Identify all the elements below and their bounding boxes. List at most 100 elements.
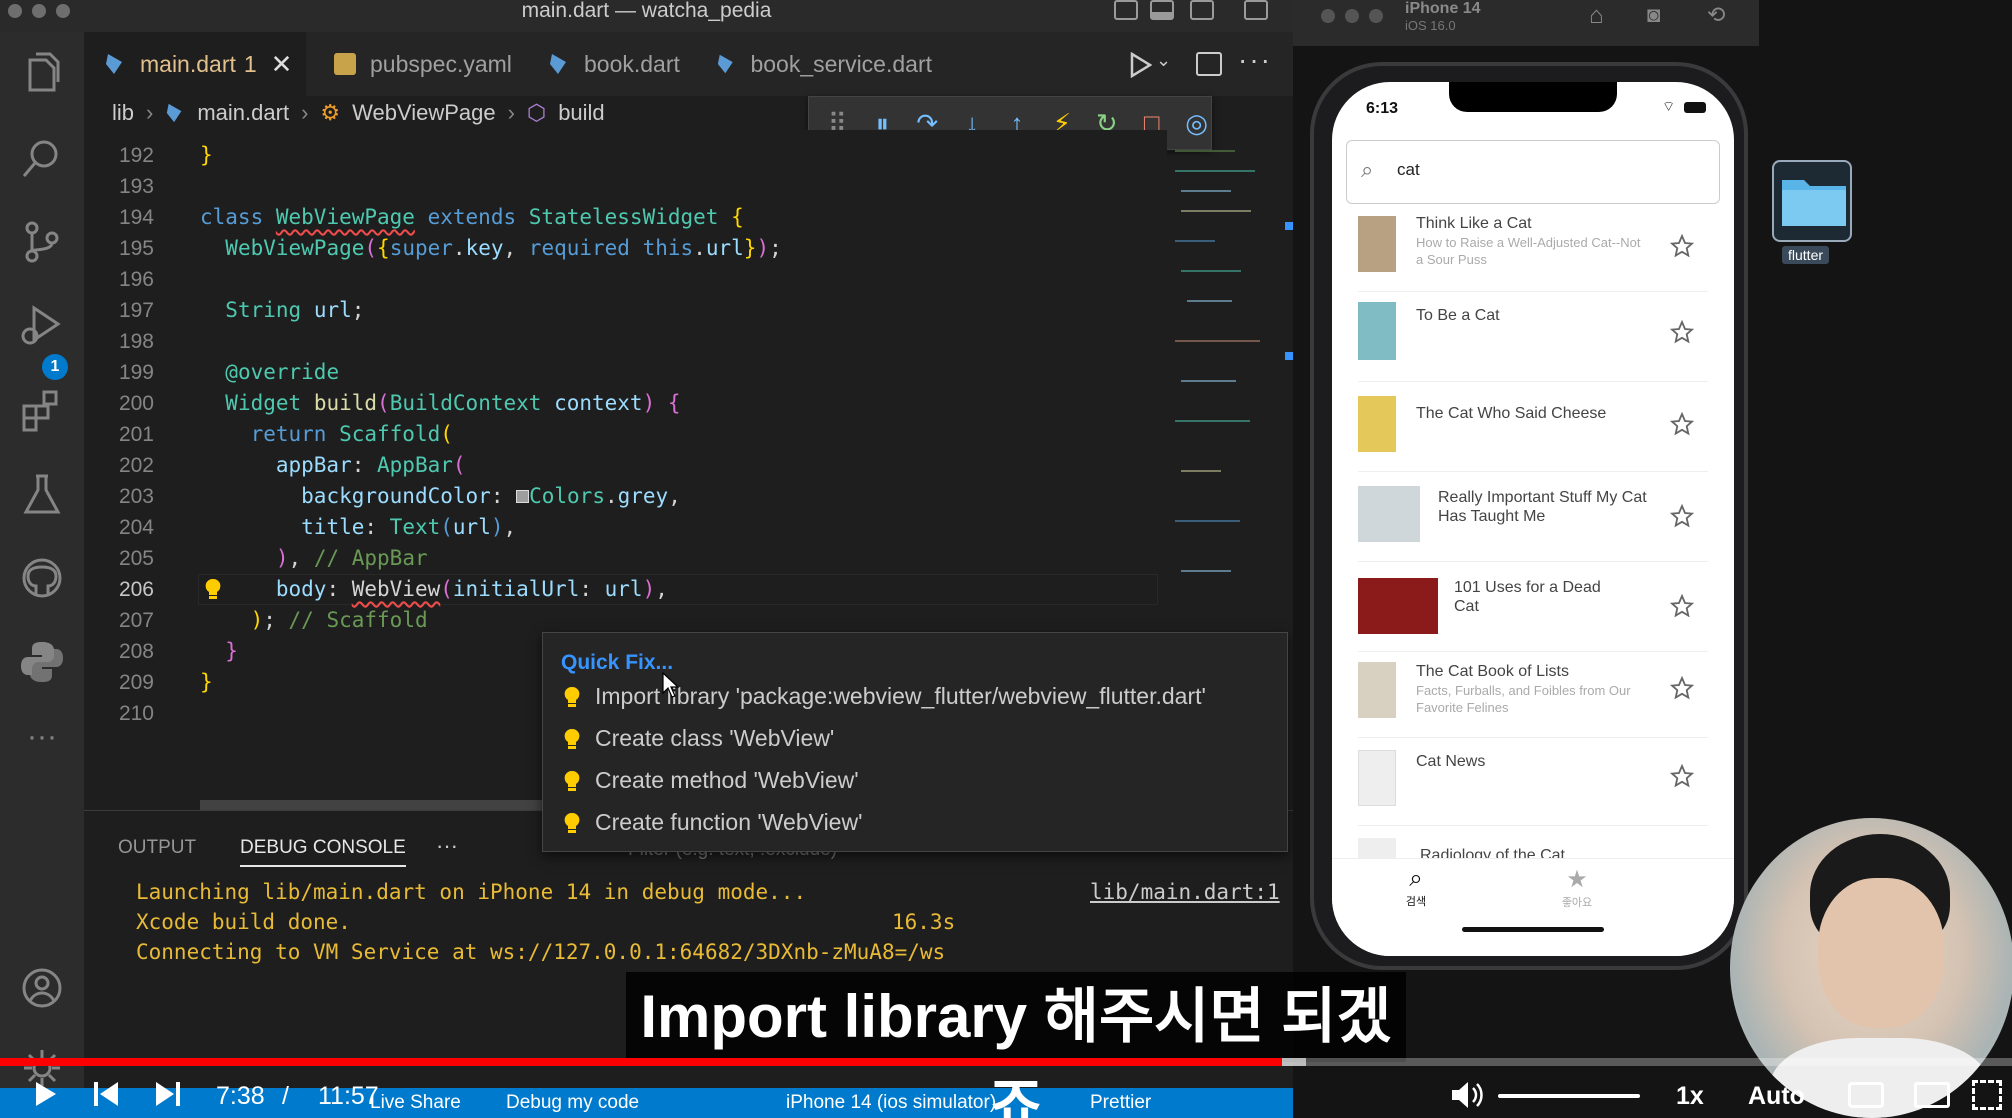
toggle-sidebar-icon[interactable] xyxy=(1114,0,1138,20)
current-time: 7:38 xyxy=(216,1082,265,1110)
favorite-star-icon[interactable] xyxy=(1670,412,1694,436)
split-editor-icon[interactable] xyxy=(1196,52,1222,76)
horizontal-scrollbar[interactable] xyxy=(200,800,580,810)
desktop-folder-flutter[interactable]: flutter xyxy=(1768,156,1856,266)
inspect-widget-icon[interactable]: ◎ xyxy=(1182,108,1211,138)
breadcrumb-chevron-icon: › xyxy=(301,100,309,125)
book-search-box[interactable]: ⌕ cat xyxy=(1346,140,1720,204)
scrollbar-marker xyxy=(1285,222,1293,230)
quick-fix-title: Quick Fix... xyxy=(561,651,674,674)
tab-label: pubspec.yaml xyxy=(370,50,512,77)
console-line: Connecting to VM Service at ws://127.0.0… xyxy=(136,940,946,964)
panel-tab-output[interactable]: OUTPUT xyxy=(118,837,196,859)
tab-close-icon[interactable]: ✕ xyxy=(271,49,293,80)
list-item[interactable]: 101 Uses for a Dead Cat xyxy=(1358,564,1708,652)
code-line: ); // Scaffold xyxy=(250,608,428,632)
source-control-icon[interactable] xyxy=(16,216,68,268)
breadcrumb-folder[interactable]: lib xyxy=(112,100,134,126)
playback-speed[interactable]: 1x xyxy=(1676,1082,1704,1111)
tab-label: book_service.dart xyxy=(750,50,932,77)
favorite-star-icon[interactable] xyxy=(1670,594,1694,618)
breadcrumb-chevron-icon: › xyxy=(507,100,515,125)
zoom-window-button[interactable] xyxy=(1369,9,1383,23)
close-window-button[interactable] xyxy=(1321,9,1335,23)
book-title: Think Like a Cat xyxy=(1416,215,1532,232)
bottom-navigation: ⌕ 검색 ★ 좋아요 xyxy=(1332,858,1734,956)
nav-search-tab[interactable]: ⌕ 검색 xyxy=(1396,865,1436,909)
list-item[interactable]: Think Like a Cat How to Raise a Well-Adj… xyxy=(1358,210,1708,292)
screenshot-icon[interactable]: ◙ xyxy=(1647,2,1660,28)
miniplayer-icon[interactable] xyxy=(1914,1082,1950,1108)
more-icon[interactable]: ··· xyxy=(16,722,68,774)
run-dropdown-chevron-icon[interactable]: ⌄ xyxy=(1156,50,1171,71)
breadcrumb-file[interactable]: main.dart xyxy=(197,100,289,126)
favorite-star-icon[interactable] xyxy=(1670,320,1694,344)
book-title: Radiology of the Cat xyxy=(1420,847,1565,858)
tab-pubspec-yaml[interactable]: pubspec.yaml xyxy=(314,32,520,96)
code-line: WebViewPage({super.key, required this.ur… xyxy=(225,236,782,260)
code-line: return Scaffold( xyxy=(250,422,453,446)
folder-label: flutter xyxy=(1782,246,1830,264)
breadcrumb-method[interactable]: build xyxy=(558,100,604,126)
list-item[interactable]: Radiology of the Cat xyxy=(1358,828,1708,858)
captions-icon[interactable] xyxy=(1848,1082,1884,1108)
volume-slider[interactable] xyxy=(1498,1094,1640,1098)
quick-fix-item-create-function[interactable]: Create function 'WebView' xyxy=(563,809,862,836)
breadcrumb: lib › main.dart › ⚙ WebViewPage › ⬡ buil… xyxy=(84,96,824,130)
favorite-star-icon[interactable] xyxy=(1670,764,1694,788)
list-item[interactable]: To Be a Cat xyxy=(1358,294,1708,382)
tab-main-dart[interactable]: main.dart 1 ✕ xyxy=(84,32,306,96)
favorite-star-icon[interactable] xyxy=(1670,504,1694,528)
console-source-link[interactable]: lib/main.dart:1 xyxy=(1090,877,1280,907)
rotate-icon[interactable]: ⟲ xyxy=(1707,2,1725,28)
previous-icon[interactable] xyxy=(94,1082,120,1106)
github-icon[interactable] xyxy=(16,552,68,604)
minimap[interactable] xyxy=(1167,150,1277,610)
explorer-icon[interactable] xyxy=(16,48,68,100)
tab-book-service-dart[interactable]: book_service.dart xyxy=(696,32,932,96)
search-input[interactable]: cat xyxy=(1397,160,1420,180)
home-icon[interactable]: ⌂ xyxy=(1589,2,1604,30)
favorite-star-icon[interactable] xyxy=(1670,234,1694,258)
fullscreen-icon[interactable] xyxy=(1972,1080,2002,1110)
accounts-icon[interactable] xyxy=(16,962,68,1014)
python-icon[interactable] xyxy=(16,636,68,688)
activity-bar: 1 ··· xyxy=(0,32,84,1118)
favorite-star-icon[interactable] xyxy=(1670,676,1694,700)
testing-icon[interactable] xyxy=(16,468,68,520)
quick-fix-item-import[interactable]: Import library 'package:webview_flutter/… xyxy=(563,683,1206,710)
book-title: Cat News xyxy=(1416,753,1486,770)
breadcrumb-class[interactable]: WebViewPage xyxy=(352,100,496,126)
book-list[interactable]: Think Like a Cat How to Raise a Well-Adj… xyxy=(1332,210,1734,858)
video-progress-bar[interactable] xyxy=(0,1058,2012,1066)
list-item[interactable]: The Cat Who Said Cheese xyxy=(1358,384,1708,472)
run-and-debug-icon[interactable] xyxy=(16,300,68,352)
method-symbol-icon: ⬡ xyxy=(526,100,547,125)
minimize-window-button[interactable] xyxy=(1345,9,1359,23)
toggle-secondary-sidebar-icon[interactable] xyxy=(1190,0,1214,20)
panel-more-icon[interactable]: ··· xyxy=(436,833,458,859)
code-line: String url; xyxy=(225,298,365,322)
nav-likes-tab[interactable]: ★ 좋아요 xyxy=(1552,865,1602,910)
video-quality[interactable]: Auto xyxy=(1748,1082,1805,1111)
selection-box xyxy=(1772,160,1852,242)
quick-fix-item-create-method[interactable]: Create method 'WebView' xyxy=(563,767,859,794)
panel-tab-debug-console[interactable]: DEBUG CONSOLE xyxy=(240,837,406,867)
tab-book-dart[interactable]: book.dart xyxy=(528,32,696,96)
volume-icon[interactable] xyxy=(1450,1080,1484,1110)
next-icon[interactable] xyxy=(154,1082,180,1106)
extensions-icon[interactable] xyxy=(16,384,68,436)
more-actions-icon[interactable]: ··· xyxy=(1238,44,1272,76)
run-icon[interactable] xyxy=(1128,52,1152,78)
list-item[interactable]: Really Important Stuff My Cat Has Taught… xyxy=(1358,474,1708,562)
breadcrumb-chevron-icon: › xyxy=(146,100,154,125)
list-item[interactable]: The Cat Book of Lists Facts, Furballs, a… xyxy=(1358,654,1708,738)
dart-file-icon xyxy=(167,103,182,123)
search-icon[interactable] xyxy=(16,132,68,184)
play-icon[interactable] xyxy=(34,1080,58,1108)
customize-layout-icon[interactable] xyxy=(1244,0,1268,20)
quick-fix-item-create-class[interactable]: Create class 'WebView' xyxy=(563,725,834,752)
list-item[interactable]: Cat News xyxy=(1358,740,1708,826)
toggle-panel-icon[interactable] xyxy=(1150,0,1174,20)
code-line: body: WebView(initialUrl: url), xyxy=(275,577,668,601)
